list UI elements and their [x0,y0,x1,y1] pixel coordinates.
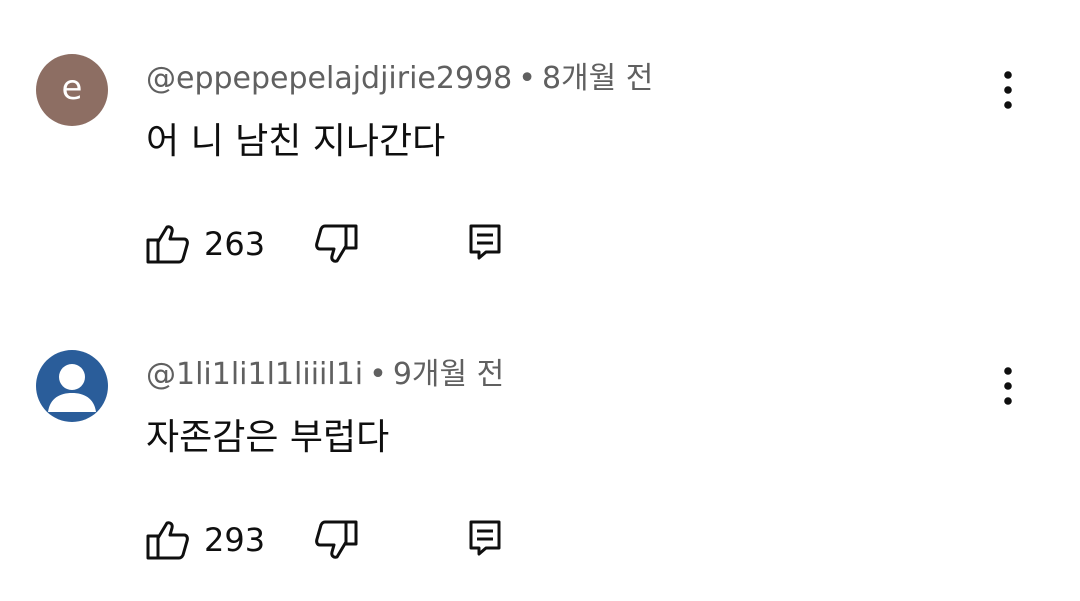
comment-time: 8개월 전 [541,61,654,96]
meta-separator: • [369,357,387,392]
comment-time: 9개월 전 [392,357,505,392]
more-options-button[interactable] [992,68,1024,112]
like-button[interactable] [146,518,190,562]
thumb-up-icon [146,521,189,560]
thumb-up-icon [146,225,189,264]
like-button[interactable] [146,222,190,266]
comment-meta: @1li1li1l1liiil1i • 9개월 전 [146,360,504,390]
dislike-button[interactable] [314,222,358,266]
dislike-button[interactable] [314,518,358,562]
more-options-button[interactable] [992,364,1024,408]
comment-meta: @eppepepelajdjirie2998 • 8개월 전 [146,64,653,94]
comment-actions: 293 [146,518,546,562]
like-count: 263 [204,225,266,263]
reply-icon [469,224,501,260]
reply-button[interactable] [468,222,502,266]
comment-text: 자존감은 부럽다 [146,417,390,458]
meta-separator: • [518,61,536,96]
comment-actions: 263 [146,222,546,266]
comment-item: e @eppepepelajdjirie2998 • 8개월 전 어 니 남친 지나… [0,0,1080,290]
comment-text: 어 니 남친 지나간다 [146,121,446,162]
reply-icon [469,520,501,556]
avatar[interactable]: e [36,54,108,126]
comment-item: @1li1li1l1liiil1i • 9개월 전 자존감은 부럽다 293 [0,296,1080,586]
comment-author[interactable]: @1li1li1l1liiil1i [146,357,363,392]
thumb-down-icon [315,224,358,263]
more-vertical-icon [1004,367,1012,405]
comment-author[interactable]: @eppepepelajdjirie2998 [146,61,512,96]
more-vertical-icon [1004,71,1012,109]
avatar-letter: e [61,68,83,108]
thumb-down-icon [315,520,358,559]
person-icon [48,364,96,412]
avatar[interactable] [36,350,108,422]
like-count: 293 [204,521,266,559]
reply-button[interactable] [468,518,502,562]
